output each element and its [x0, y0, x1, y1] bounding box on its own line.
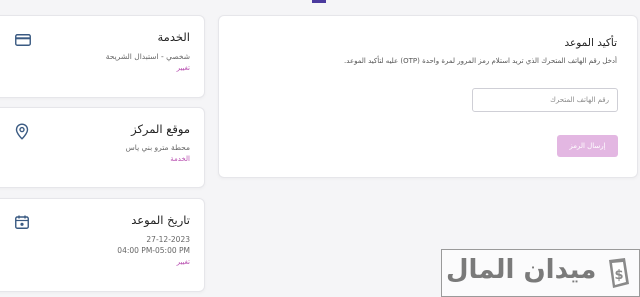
- date-card: تاريخ الموعد 27-12-2023 04:00 PM-05:00 P…: [0, 198, 205, 292]
- confirm-title: تأكيد الموعد: [564, 37, 617, 49]
- confirm-description: أدخل رقم الهاتف المتحرك الذي تريد استلام…: [344, 57, 617, 65]
- service-change-link[interactable]: تغيير: [177, 64, 190, 72]
- location-card: موقع المركز محطة مترو بني ياس الخدمة: [0, 107, 205, 188]
- service-card-title: الخدمة: [157, 30, 190, 44]
- watermark-logo: $: [603, 256, 633, 294]
- credit-card-icon: [15, 34, 31, 46]
- confirm-appointment-card: تأكيد الموعد أدخل رقم الهاتف المتحرك الذ…: [218, 15, 638, 178]
- service-card-detail: شخصي - استبدال الشريحة: [105, 52, 190, 61]
- date-card-title: تاريخ الموعد: [131, 213, 190, 227]
- calendar-icon: [15, 215, 29, 229]
- location-card-detail: محطة مترو بني ياس: [125, 143, 190, 152]
- watermark-text: ميدان المال: [446, 255, 597, 285]
- phone-number-input[interactable]: [472, 88, 618, 112]
- appointment-time: 04:00 PM-05:00 PM: [117, 246, 190, 255]
- top-accent-mark: [312, 0, 326, 3]
- watermark-logo-symbol: $: [614, 268, 623, 283]
- location-card-title: موقع المركز: [131, 122, 190, 136]
- service-card: الخدمة شخصي - استبدال الشريحة تغيير: [0, 15, 205, 98]
- watermark: ميدان المال $: [441, 249, 640, 297]
- appointment-date: 27-12-2023: [146, 235, 190, 244]
- date-change-link[interactable]: تغيير: [177, 258, 190, 266]
- map-pin-icon: [15, 123, 29, 140]
- send-code-button[interactable]: إرسال الرمز: [557, 135, 618, 157]
- location-service-link[interactable]: الخدمة: [170, 155, 190, 163]
